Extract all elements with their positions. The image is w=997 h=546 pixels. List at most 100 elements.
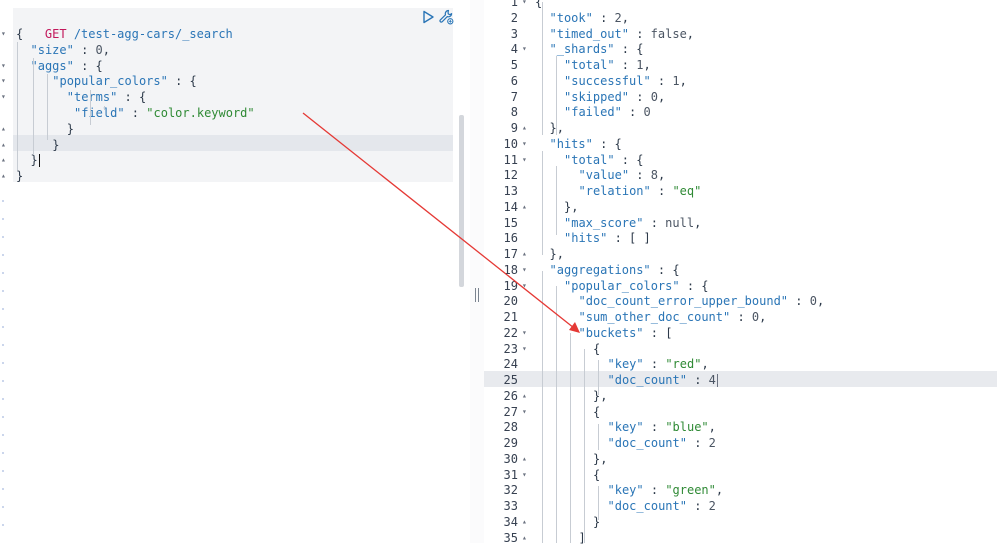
fold-collapse-icon[interactable]: ▾ — [522, 325, 527, 341]
editor-line[interactable]: "field" : "color.keyword" — [74, 105, 255, 121]
fold-collapse-icon[interactable]: ▾ — [522, 404, 527, 420]
code-token: "doc_count" — [607, 499, 687, 513]
fold-expand-icon[interactable]: ▴ — [522, 388, 527, 404]
active-line-highlight — [13, 135, 453, 151]
code-token: "hits" — [564, 231, 608, 246]
line-number: 25 — [503, 373, 518, 387]
request-editor[interactable]: GET /test-agg-cars/_search { ▾ "size" : 0,… — [0, 0, 464, 543]
fold-expand-icon[interactable]: ▴ — [1, 152, 11, 168]
response-line: "hits" : [ ] — [564, 230, 651, 246]
code-token: "blue" — [665, 420, 709, 435]
code-token: : [ ] — [607, 231, 651, 246]
line-number: 28 — [503, 420, 518, 435]
code-token: , — [658, 168, 666, 183]
fold-expand-icon[interactable]: ▴ — [522, 530, 527, 546]
fold-expand-icon[interactable]: ▴ — [1, 121, 11, 137]
gutter-marker — [2, 362, 4, 364]
line-number: 29 — [503, 436, 518, 450]
response-line: "skipped" : 0, — [564, 89, 665, 105]
code-token: : — [629, 168, 651, 183]
response-line: "aggregations" : { — [550, 262, 680, 278]
fold-collapse-icon[interactable]: ▾ — [522, 0, 527, 10]
editor-scrollbar[interactable] — [459, 115, 464, 287]
code-token: "buckets" — [578, 325, 644, 340]
line-number: 21 — [503, 310, 518, 324]
wrench-icon[interactable] — [438, 9, 454, 25]
code-token: } — [52, 137, 60, 152]
fold-collapse-icon[interactable]: ▾ — [522, 152, 527, 168]
panel-resizer[interactable] — [470, 0, 484, 543]
code-token: : — [643, 420, 666, 435]
fold-expand-icon[interactable]: ▴ — [522, 246, 527, 262]
fold-collapse-icon[interactable]: ▾ — [1, 26, 11, 42]
fold-expand-icon[interactable]: ▴ — [1, 137, 11, 153]
line-number: 22 — [503, 325, 518, 340]
line-number: 1 — [510, 0, 518, 9]
fold-collapse-icon[interactable]: ▾ — [1, 73, 11, 89]
code-token: : { — [117, 90, 147, 105]
code-token: : — [650, 73, 673, 88]
play-icon[interactable] — [421, 10, 435, 24]
line-number: 33 — [503, 499, 518, 513]
line-number: 2 — [510, 10, 518, 25]
indent-guide — [556, 56, 557, 135]
line-number: 4 — [510, 42, 518, 57]
response-line: }, — [593, 388, 607, 404]
code-token: "aggs" — [30, 58, 74, 73]
editor-line[interactable]: } — [31, 152, 40, 168]
editor-line[interactable]: } — [67, 121, 74, 137]
fold-collapse-icon[interactable]: ▾ — [522, 278, 527, 294]
code-token: { — [593, 404, 601, 419]
code-token: , — [643, 58, 651, 72]
response-line: }, — [593, 451, 607, 467]
fold-collapse-icon[interactable]: ▾ — [1, 58, 11, 74]
code-token: "key" — [607, 420, 644, 435]
code-token: : — [730, 310, 752, 324]
line-number: 17 — [503, 247, 518, 261]
code-token: "failed" — [564, 105, 622, 120]
line-number: 35 — [503, 530, 518, 545]
fold-collapse-icon[interactable]: ▾ — [522, 341, 527, 357]
response-viewer[interactable]: 1 ▾{2 "took" : 2, 3 "timed_out" : false, 4 ▾ "_… — [484, 0, 997, 546]
response-line: }, — [564, 199, 578, 215]
request-line[interactable]: GET /test-agg-cars/_search — [16, 10, 233, 41]
editor-line[interactable]: "popular_colors" : { — [52, 73, 197, 89]
line-number: 6 — [510, 73, 518, 88]
fold-expand-icon[interactable]: ▴ — [522, 451, 527, 467]
line-number: 26 — [503, 388, 518, 403]
editor-line[interactable]: "size" : 0, — [31, 42, 111, 58]
code-token: : — [686, 436, 709, 450]
editor-line[interactable]: { — [16, 26, 23, 42]
fold-expand-icon[interactable]: ▴ — [522, 120, 527, 136]
fold-collapse-icon[interactable]: ▾ — [522, 41, 527, 57]
line-number: 30 — [503, 451, 518, 466]
gutter-marker — [2, 380, 4, 382]
fold-expand-icon[interactable]: ▴ — [522, 514, 527, 530]
code-token: "popular_colors" — [52, 74, 168, 89]
indent-guide — [542, 271, 543, 543]
fold-collapse-icon[interactable]: ▾ — [522, 136, 527, 152]
code-token: { — [16, 27, 24, 41]
fold-collapse-icon[interactable]: ▾ — [522, 467, 527, 483]
request-path: /test-agg-cars/_search — [73, 27, 233, 41]
code-token: , — [679, 73, 687, 88]
indent-guide — [570, 333, 571, 543]
code-token: : — [124, 106, 147, 120]
code-token: : — [592, 10, 615, 25]
code-token: : — [628, 26, 651, 41]
editor-line[interactable]: } — [16, 168, 23, 184]
fold-collapse-icon[interactable]: ▾ — [522, 262, 527, 278]
code-token: : — [73, 42, 96, 57]
gutter-marker — [2, 398, 4, 400]
editor-line[interactable]: } — [52, 137, 59, 153]
resizer-grip-icon[interactable] — [474, 288, 480, 302]
code-token: : — [686, 373, 709, 387]
line-number: 8 — [510, 105, 518, 120]
fold-expand-icon[interactable]: ▴ — [522, 199, 527, 215]
fold-expand-icon[interactable]: ▴ — [1, 168, 11, 184]
fold-collapse-icon[interactable]: ▾ — [1, 89, 11, 105]
code-token: : — [614, 58, 637, 72]
code-token: { — [593, 341, 601, 356]
editor-line[interactable]: "terms" : { — [67, 89, 146, 105]
editor-line[interactable]: "aggs" : { — [31, 58, 103, 74]
